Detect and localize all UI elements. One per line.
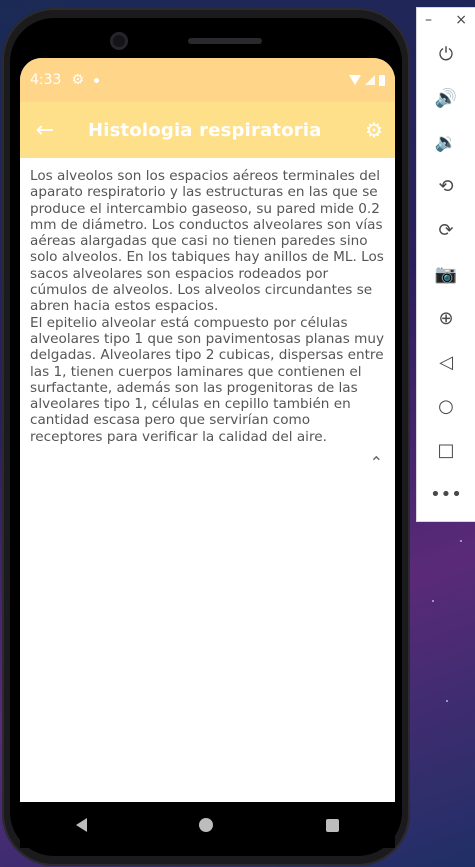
wifi-icon xyxy=(349,75,361,85)
battery-icon xyxy=(379,74,385,86)
back-icon[interactable]: ◁ xyxy=(417,340,475,384)
minimize-button[interactable]: – xyxy=(425,12,432,28)
chevron-up-icon[interactable]: ⌃ xyxy=(20,453,383,472)
system-nav-bar xyxy=(20,802,395,848)
settings-notification-icon: ⚙ xyxy=(71,72,85,88)
background-star xyxy=(432,600,434,602)
gear-icon[interactable]: ⚙ xyxy=(365,118,383,142)
signal-icon xyxy=(365,75,375,85)
app-bar: ← Histologia respiratoria ⚙ xyxy=(20,102,395,158)
status-time: 4:33 xyxy=(30,72,62,88)
background-star xyxy=(460,540,462,542)
power-icon[interactable]: ⏻ xyxy=(417,32,475,76)
rotate-right-icon[interactable]: ⟳ xyxy=(417,208,475,252)
close-button[interactable]: × xyxy=(455,12,467,28)
nav-back-icon[interactable] xyxy=(76,818,88,832)
camera-icon[interactable]: 📷 xyxy=(417,252,475,296)
rotate-left-icon[interactable]: ⟲ xyxy=(417,164,475,208)
article-text: Los alveolos son los espacios aéreos ter… xyxy=(30,168,385,445)
back-arrow-icon[interactable]: ← xyxy=(20,118,70,143)
status-bar: 4:33 ⚙ xyxy=(20,58,395,102)
notification-dot-icon xyxy=(94,77,100,83)
volume-down-icon[interactable]: 🔉 xyxy=(417,120,475,164)
earpiece-speaker xyxy=(188,38,262,44)
zoom-icon[interactable]: ⊕ xyxy=(417,296,475,340)
nav-home-icon[interactable] xyxy=(199,818,214,832)
nav-overview-icon[interactable] xyxy=(325,818,339,832)
device-screen: 4:33 ⚙ ← Histologia respiratoria ⚙ Los a… xyxy=(20,58,395,802)
home-icon[interactable]: ○ xyxy=(417,384,475,428)
page-title: Histologia respiratoria xyxy=(88,119,322,141)
volume-up-icon[interactable]: 🔊 xyxy=(417,76,475,120)
overview-icon[interactable]: □ xyxy=(417,428,475,472)
status-icons xyxy=(349,74,385,86)
emulator-toolbar: – × ⏻ 🔊 🔉 ⟲ ⟳ 📷 ⊕ ◁ ○ □ ••• xyxy=(417,8,475,521)
emulator-window-controls: – × xyxy=(417,8,475,32)
more-icon[interactable]: ••• xyxy=(417,472,475,516)
background-star xyxy=(446,700,448,702)
front-camera xyxy=(110,32,128,50)
